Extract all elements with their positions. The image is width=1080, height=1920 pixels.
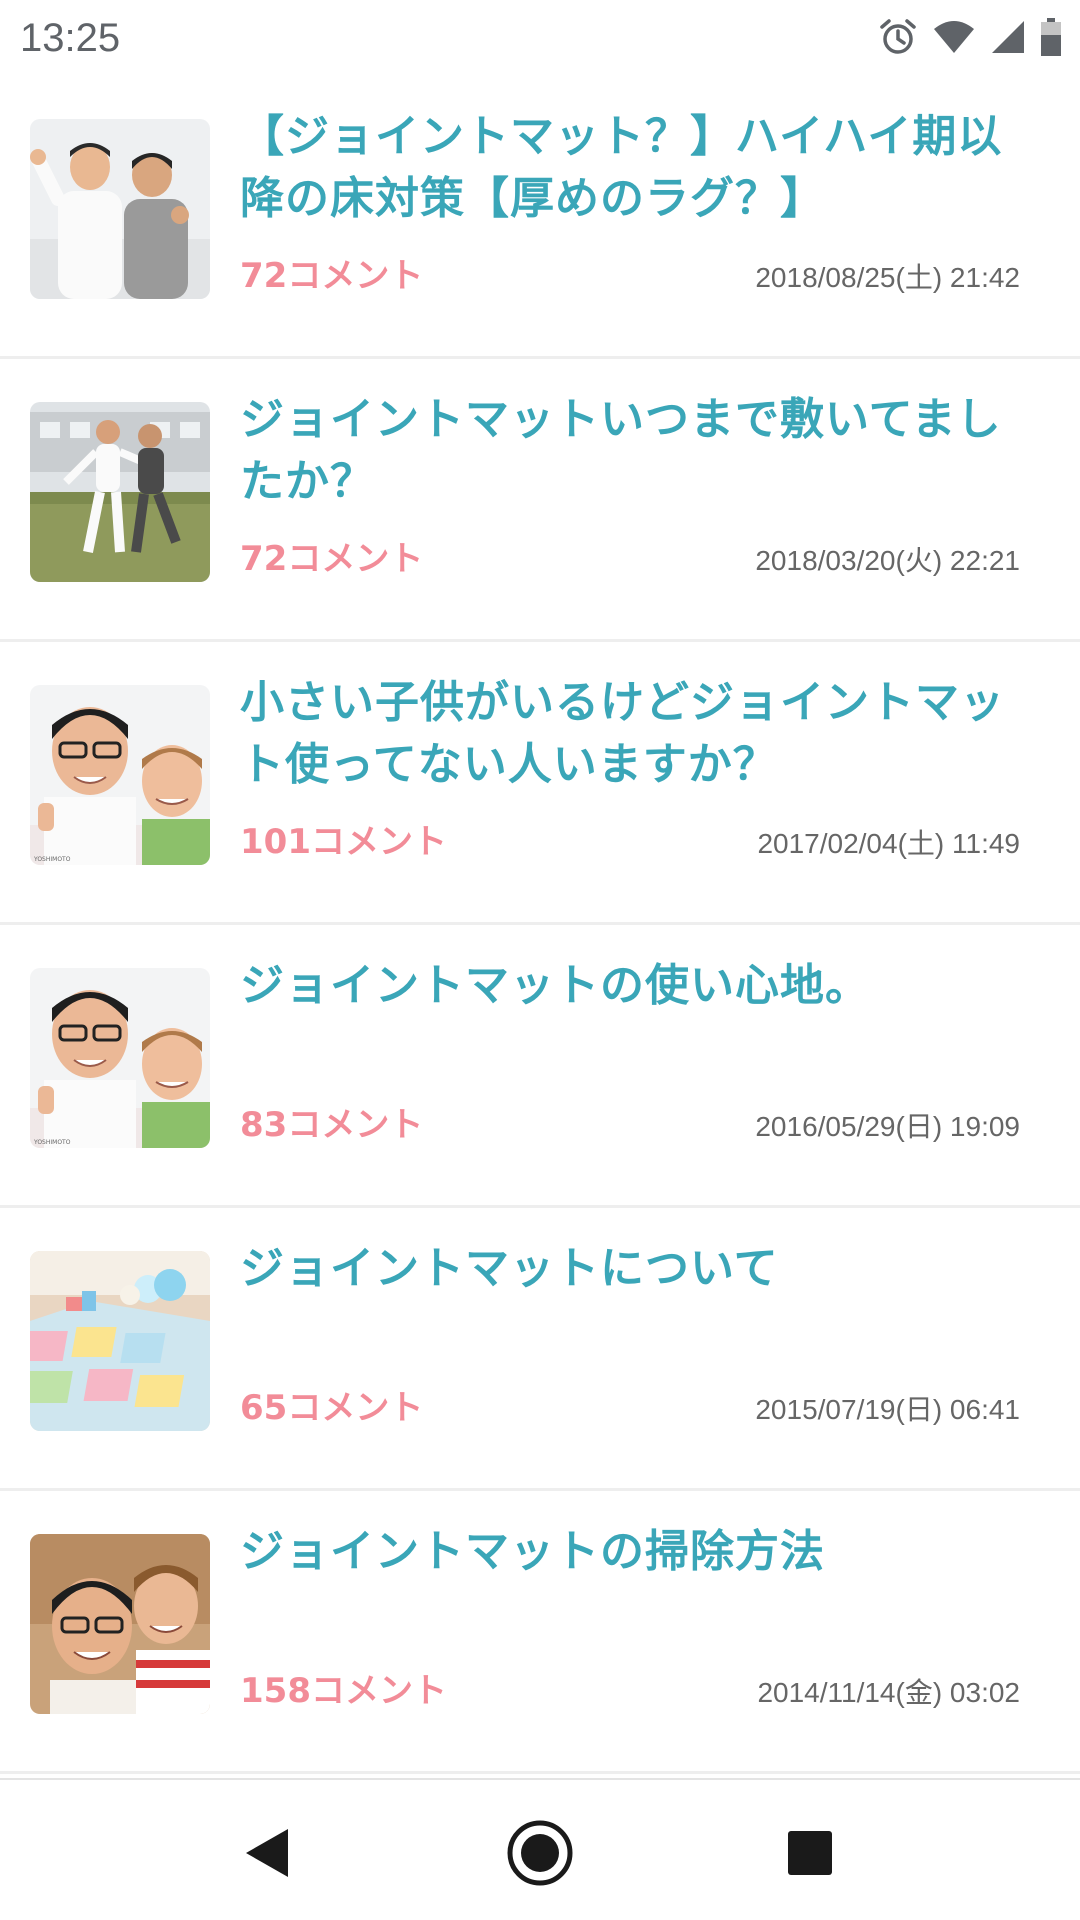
topic-date: 2018/03/20(火) 22:21	[755, 545, 1020, 576]
comment-count: 65コメント	[240, 1386, 423, 1430]
navigation-bar	[0, 1778, 1080, 1920]
svg-text:YOSHIMOTO: YOSHIMOTO	[33, 856, 71, 863]
topic-date: 2014/11/14(金) 03:02	[757, 1677, 1020, 1708]
two-men-closeup-photo	[30, 1534, 210, 1714]
wifi-icon	[934, 21, 974, 53]
comment-count: 72コメント	[240, 254, 423, 298]
status-bar: 13:25	[0, 0, 1080, 76]
topic-date: 2018/08/25(土) 21:42	[755, 262, 1020, 293]
comment-count-number: 158	[240, 1671, 311, 1711]
topic-thumbnail	[30, 1534, 210, 1714]
comment-count: 83コメント	[240, 1103, 423, 1147]
topic-item[interactable]: ジョイントマットいつまで敷いてましたか？ 72コメント 2018/03/20(火…	[0, 359, 1080, 642]
topic-date: 2016/05/29(日) 19:09	[755, 1111, 1020, 1142]
recents-button[interactable]	[755, 1798, 865, 1908]
status-time: 13:25	[20, 16, 121, 60]
topic-date: 2015/07/19(日) 06:41	[755, 1394, 1020, 1425]
topic-thumbnail	[30, 119, 210, 299]
topic-list: 【ジョイントマット？】ハイハイ期以降の床対策【厚めのラグ？】 72コメント 20…	[0, 76, 1080, 1778]
home-button[interactable]	[485, 1798, 595, 1908]
comment-count-suffix: コメント	[287, 256, 424, 296]
alarm-icon	[880, 19, 916, 54]
recents-icon	[788, 1831, 832, 1875]
topic-title[interactable]: ジョイントマットの掃除方法	[240, 1521, 1020, 1583]
topic-thumbnail: YOSHIMOTO	[30, 685, 210, 865]
topic-title[interactable]: ジョイントマットについて	[240, 1238, 1020, 1300]
topic-title[interactable]: ジョイントマットの使い心地。	[240, 955, 1020, 1017]
comment-count: 158コメント	[240, 1669, 447, 1713]
topic-thumbnail: YOSHIMOTO	[30, 968, 210, 1148]
comment-count-suffix: コメント	[287, 1105, 424, 1145]
comment-count-suffix: コメント	[310, 1671, 447, 1711]
battery-icon	[1041, 18, 1061, 56]
topic-title[interactable]: ジョイントマットいつまで敷いてましたか？	[240, 389, 1020, 513]
topic-thumbnail	[30, 402, 210, 582]
topic-item[interactable]: 【ジョイントマット？】ハイハイ期以降の床対策【厚めのラグ？】 72コメント 20…	[0, 76, 1080, 359]
svg-text:YOSHIMOTO: YOSHIMOTO	[33, 1139, 71, 1146]
joint-mat-with-toys-photo	[30, 1251, 210, 1431]
comment-count-suffix: コメント	[310, 822, 447, 862]
comment-count-number: 65	[240, 1388, 288, 1428]
comment-count-number: 72	[240, 256, 288, 296]
two-men-jumping-on-grass-photo	[30, 402, 210, 582]
comment-count-suffix: コメント	[287, 539, 424, 579]
two-men-thumbs-up-photo: YOSHIMOTO	[30, 685, 210, 865]
topic-title[interactable]: 小さい子供がいるけどジョイントマット使ってない人いますか？	[240, 672, 1020, 796]
signal-icon	[992, 21, 1024, 53]
topic-item[interactable]: YOSHIMOTO 小さい子供がいるけどジョイントマット使ってない人いますか？ …	[0, 642, 1080, 925]
two-men-thumbs-up-photo: YOSHIMOTO	[30, 968, 210, 1148]
comment-count-number: 72	[240, 539, 288, 579]
comment-count-number: 83	[240, 1105, 288, 1145]
topic-thumbnail	[30, 1251, 210, 1431]
comment-count: 101コメント	[240, 820, 447, 864]
topic-item[interactable]: YOSHIMOTO ジョイントマットの使い心地。 83コメント 2016/05/…	[0, 925, 1080, 1208]
back-icon	[246, 1829, 288, 1877]
topic-date: 2017/02/04(土) 11:49	[757, 828, 1020, 859]
topic-item[interactable]: ジョイントマットについて 65コメント 2015/07/19(日) 06:41	[0, 1208, 1080, 1491]
two-men-posing-photo	[30, 119, 210, 299]
topic-title[interactable]: 【ジョイントマット？】ハイハイ期以降の床対策【厚めのラグ？】	[240, 106, 1020, 230]
comment-count-number: 101	[240, 822, 311, 862]
status-icons	[878, 14, 1062, 60]
comment-count-suffix: コメント	[287, 1388, 424, 1428]
comment-count: 72コメント	[240, 537, 423, 581]
home-icon	[507, 1820, 573, 1886]
back-button[interactable]	[212, 1798, 322, 1908]
topic-item[interactable]: ジョイントマットの掃除方法 158コメント 2014/11/14(金) 03:0…	[0, 1491, 1080, 1774]
